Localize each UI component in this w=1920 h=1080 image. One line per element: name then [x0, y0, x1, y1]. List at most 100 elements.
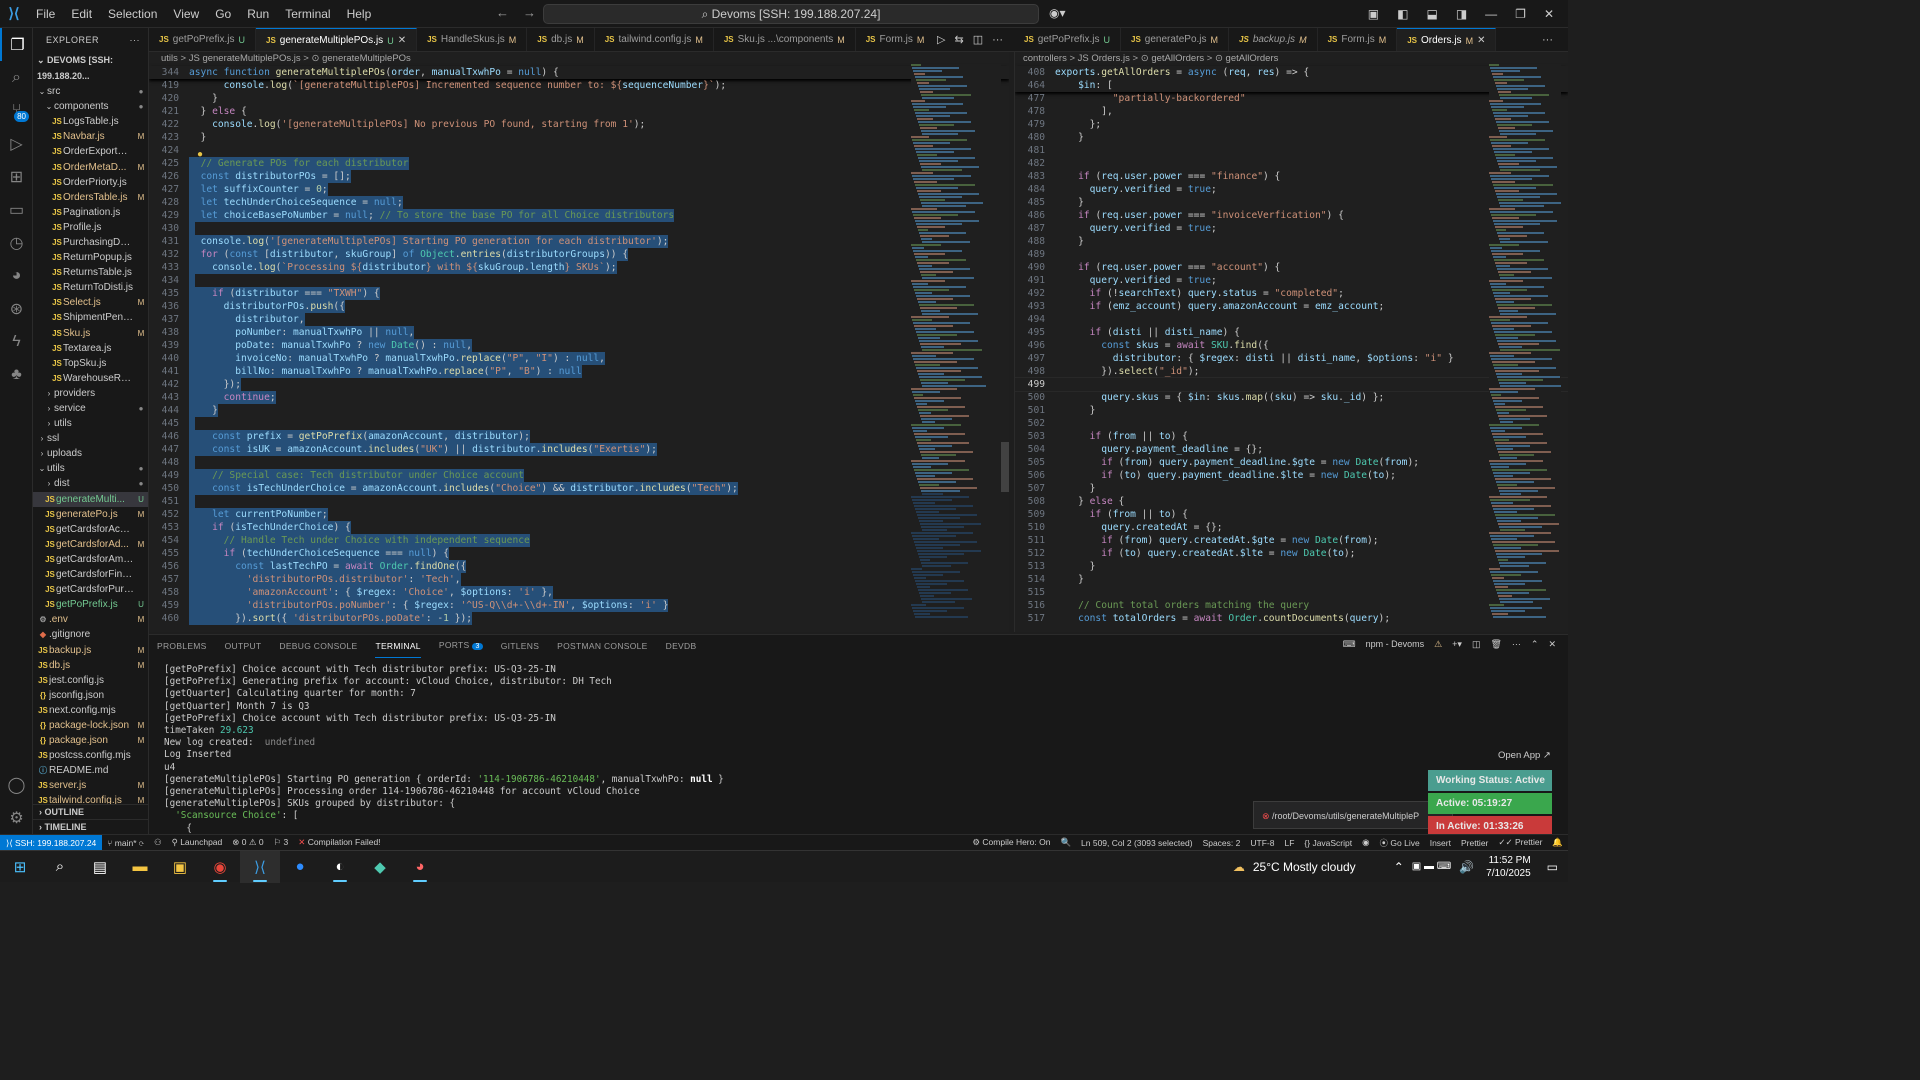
tree-row[interactable]: {} package.json M	[33, 733, 148, 748]
chrome-icon[interactable]: ◉	[200, 851, 240, 883]
menu-item-file[interactable]: File	[28, 0, 63, 28]
more-actions-icon[interactable]: ···	[130, 28, 141, 52]
code-line[interactable]: 494	[1015, 313, 1568, 326]
tree-row[interactable]: JS backup.js M	[33, 642, 148, 657]
code-line[interactable]: 446 const prefix = getPoPrefix(amazonAcc…	[149, 430, 1009, 443]
tab-handleskusjs[interactable]: JS HandleSkus.js M	[417, 28, 528, 51]
tree-row[interactable]: {} package-lock.json M	[33, 718, 148, 733]
end-of-line[interactable]: LF	[1279, 838, 1299, 848]
code-line[interactable]: 449 // Special case: Tech distributor un…	[149, 469, 1009, 482]
tree-row[interactable]: JS getCardsforAd... M	[33, 537, 148, 552]
code-line[interactable]: 510 query.createdAt = {};	[1015, 521, 1568, 534]
start-icon[interactable]: ⊞	[0, 851, 40, 883]
panel-toggle-icon[interactable]: ⬓	[1426, 7, 1437, 21]
maximize-panel-icon[interactable]: ⌃	[1531, 639, 1539, 650]
close-window-icon[interactable]: ✕	[1544, 7, 1554, 21]
task-view-icon[interactable]: ▤	[80, 851, 120, 883]
network-icon[interactable]: ▣ ▬ ⌨	[1412, 861, 1451, 872]
left-minimap[interactable]	[911, 64, 1001, 629]
code-line[interactable]: 424	[149, 144, 1009, 157]
workspace-root[interactable]: ⌄ DEVOMS [SSH: 199.188.20...	[33, 52, 148, 84]
code-line[interactable]: 477 "partially-backordered"	[1015, 92, 1568, 105]
code-line[interactable]: 438 poNumber: manualTxwhPo || null,	[149, 326, 1009, 339]
source-control-icon[interactable]: ⑂ 80	[0, 94, 33, 127]
panel-tab-problems[interactable]: PROBLEMS	[157, 635, 207, 657]
menu-item-help[interactable]: Help	[339, 0, 380, 28]
tree-row[interactable]: JS getPoPrefix.js U	[33, 597, 148, 612]
tab-generatepojs[interactable]: JS generatePo.js M	[1121, 28, 1230, 51]
sync-icon[interactable]: ⚇	[149, 837, 167, 848]
tree-row[interactable]: JS server.js M	[33, 778, 148, 793]
gitlens-icon[interactable]: ◷	[0, 226, 33, 259]
tree-row[interactable]: JS Navbar.js M	[33, 129, 148, 144]
menu-item-run[interactable]: Run	[239, 0, 277, 28]
code-line[interactable]: 453 if (isTechUnderChoice) {	[149, 521, 1009, 534]
tab-formjs[interactable]: JS Form.js M	[856, 28, 929, 51]
compile-hero-item[interactable]: ⚙ Compile Hero: On	[967, 837, 1055, 848]
code-line[interactable]: 507 }	[1015, 482, 1568, 495]
code-line[interactable]: 436 distributorPOs.push({	[149, 300, 1009, 313]
tree-row[interactable]: › dist ●	[33, 476, 148, 491]
code-line[interactable]: 450 const isTechUnderChoice = amazonAcco…	[149, 482, 1009, 495]
outline-section[interactable]: › OUTLINE	[33, 804, 148, 819]
open-app-button[interactable]: Open App ↗	[1494, 748, 1555, 763]
remote-indicator[interactable]: ⟩⟨ SSH: 199.188.207.24	[0, 834, 103, 851]
code-line[interactable]: 420 }	[149, 92, 1009, 105]
tab-generatemultipleposjs[interactable]: JS generateMultiplePOs.js U ✕	[256, 28, 418, 52]
code-line[interactable]: 437 distributor,	[149, 313, 1009, 326]
code-line[interactable]: 484 query.verified = true;	[1015, 183, 1568, 196]
left-breadcrumb[interactable]: utils > JS generateMultiplePOs.js > ⊙ ge…	[149, 52, 1009, 66]
extensions-icon[interactable]: ⊞	[0, 160, 33, 193]
golive-item[interactable]: ⦿ Go Live	[1375, 837, 1425, 849]
taskbar-search-icon[interactable]: ⌕	[40, 851, 80, 883]
language-mode[interactable]: {} JavaScript	[1299, 838, 1357, 848]
code-line[interactable]: 481	[1015, 144, 1568, 157]
tree-row[interactable]: › ssl	[33, 431, 148, 446]
code-line[interactable]: 482	[1015, 157, 1568, 170]
clock[interactable]: 11:52 PM 7/10/2025	[1486, 854, 1531, 880]
code-line[interactable]: 479 };	[1015, 118, 1568, 131]
ports-item[interactable]: ⚐ 3	[269, 837, 294, 848]
code-line[interactable]: 516 // Count total orders matching the q…	[1015, 599, 1568, 612]
menu-item-terminal[interactable]: Terminal	[277, 0, 338, 28]
insert-mode[interactable]: Insert	[1425, 838, 1456, 848]
back-arrow-icon[interactable]: ←	[496, 5, 509, 20]
code-line[interactable]: 499	[1015, 377, 1568, 392]
tree-row[interactable]: › utils	[33, 416, 148, 431]
tree-row[interactable]: › uploads	[33, 446, 148, 461]
tree-row[interactable]: JS OrderMetaD... M	[33, 159, 148, 174]
thunder-icon[interactable]: ϟ	[0, 325, 33, 358]
problems-item[interactable]: ⊗ 0 ⚠ 0	[227, 837, 268, 848]
close-tab-icon[interactable]: ✕	[398, 29, 406, 52]
code-line[interactable]: 426 const distributorPOs = [];	[149, 170, 1009, 183]
tree-row[interactable]: JSPurchasingDashbo...	[33, 235, 148, 250]
code-line[interactable]: 444 }	[149, 404, 1009, 417]
code-line[interactable]: 500 query.skus = { $in: skus.map((sku) =…	[1015, 391, 1568, 404]
code-line[interactable]: 451	[149, 495, 1009, 508]
close-tab-icon[interactable]: ✕	[1477, 29, 1485, 52]
panel-tab-output[interactable]: OUTPUT	[225, 635, 262, 657]
tree-row[interactable]: JS Textarea.js	[33, 341, 148, 356]
more-icon[interactable]: ···	[992, 34, 1003, 46]
tree-row[interactable]: ⚙ .env M	[33, 612, 148, 627]
code-line[interactable]: 423 }	[149, 131, 1009, 144]
code-line[interactable]: 456 const lastTechPO = await Order.findO…	[149, 560, 1009, 573]
code-line[interactable]: 488 }	[1015, 235, 1568, 248]
minimize-icon[interactable]: —	[1485, 7, 1497, 21]
tree-row[interactable]: JS TopSku.js	[33, 356, 148, 371]
tree-row[interactable]: {} jsconfig.json	[33, 688, 148, 703]
weather-label[interactable]: 25°C Mostly cloudy	[1253, 860, 1356, 874]
volume-icon[interactable]: 🔊	[1459, 860, 1474, 874]
tree-row[interactable]: JS ReturnToDisti.js	[33, 280, 148, 295]
code-line[interactable]: 460 }).sort({ 'distributorPOs.poDate': -…	[149, 612, 1009, 625]
tree-row[interactable]: JS Pagination.js	[33, 205, 148, 220]
tree-row[interactable]: JSgetCardsforAmazon.js	[33, 552, 148, 567]
database-icon[interactable]: ⊛	[0, 292, 33, 325]
code-line[interactable]: 427 let suffixCounter = 0;	[149, 183, 1009, 196]
tab-getpoprefixjs[interactable]: JS getPoPrefix.js U	[1014, 28, 1121, 51]
code-line[interactable]: 514 }	[1015, 573, 1568, 586]
code-line[interactable]: 448	[149, 456, 1009, 469]
account-icon[interactable]: ◯	[0, 768, 33, 801]
sticky-scroll-line[interactable]: 464 $in: [	[1015, 79, 1568, 92]
code-line[interactable]: 513 }	[1015, 560, 1568, 573]
